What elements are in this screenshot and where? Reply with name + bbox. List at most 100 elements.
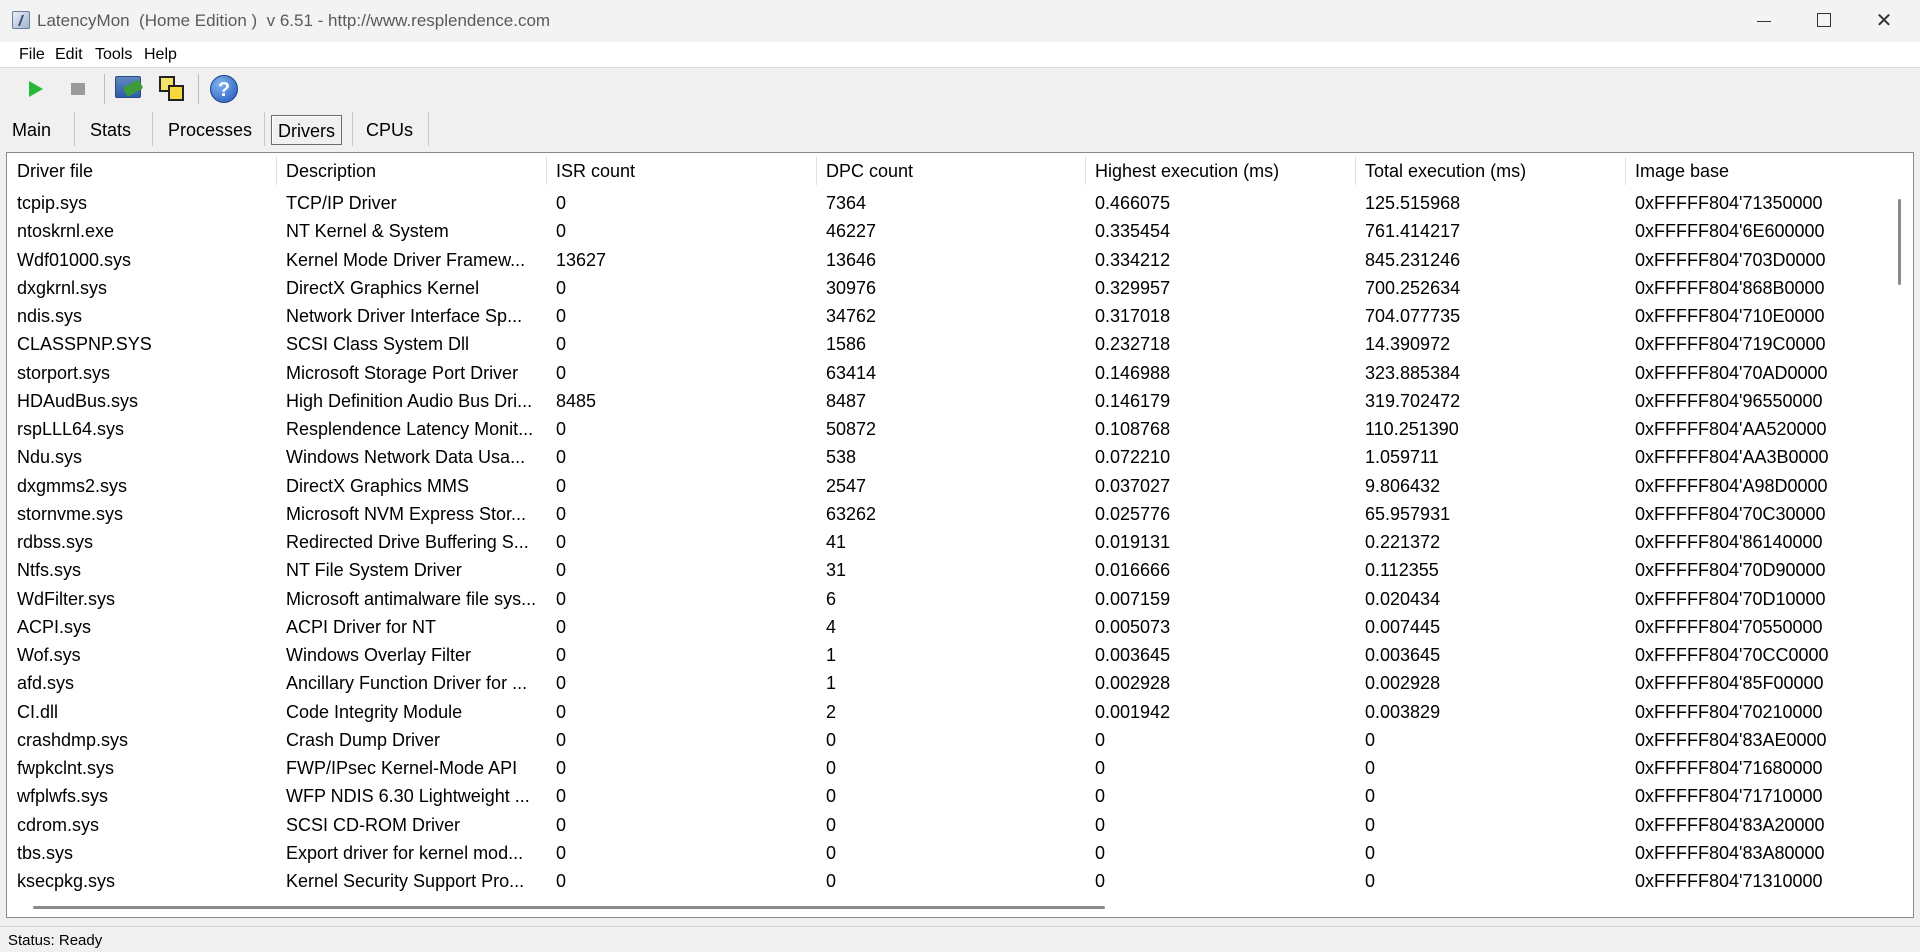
table-row[interactable]: Wdf01000.sys Kernel Mode Driver Framew...… [7,246,1887,274]
col-driver-file-cell: CLASSPNP.SYS [17,334,152,355]
table-row[interactable]: HDAudBus.sys High Definition Audio Bus Dr… [7,387,1887,415]
column-header-highest-execution[interactable]: Highest execution (ms) [1085,153,1355,189]
table-row[interactable]: afd.sys Ancillary Function Driver for ...… [7,669,1887,697]
table-row[interactable]: stornvme.sys Microsoft NVM Express Stor..… [7,500,1887,528]
col-dpc-count-cell: 2547 [826,475,867,496]
minimize-button[interactable] [1734,0,1794,42]
table-row[interactable]: Wof.sys Windows Overlay Filter 0 1 0.003645 0… [7,641,1887,669]
column-divider[interactable] [1085,157,1086,185]
col-isr-count-cell: 0 [556,419,567,439]
column-header-isr-count[interactable]: ISR count [546,153,816,189]
col-dpc-count-cell: 34762 [826,306,877,326]
tab-drivers[interactable]: Drivers [271,115,342,145]
col-dpc-count-cell: 0 [826,814,837,835]
col-isr-count-cell: 0 [556,616,567,637]
col-highest-execution-cell: 0.007159 [1095,588,1171,609]
column-divider[interactable] [276,157,277,185]
vertical-scroll-thumb[interactable] [1898,199,1901,285]
table-row[interactable]: rspLLL64.sys Resplendence Latency Monit..… [7,415,1887,443]
col-isr-count-cell: 0 [556,560,567,581]
table-row[interactable]: cdrom.sys SCSI CD-ROM Driver 0 0 0 0 0xFFFFF80… [7,811,1887,839]
col-isr-count-cell: 0 [556,673,567,694]
col-dpc-count-cell: 6 [826,588,837,609]
col-image-base-cell: 0xFFFFF804'71310000 [1635,871,1823,891]
col-image-base-cell: 0xFFFFF804'70AD0000 [1635,362,1828,383]
col-total-execution-cell: 700.252634 [1365,277,1461,298]
table-row[interactable]: tbs.sys Export driver for kernel mod... 0 0… [7,839,1887,867]
col-isr-count-cell: 0 [556,588,567,609]
col-image-base-cell: 0xFFFFF804'83A20000 [1635,814,1825,835]
menu-help[interactable]: Help [144,46,177,64]
drivers-list[interactable]: Driver file Description ISR count DPC count… [6,152,1914,918]
tab-stats[interactable]: Stats [84,115,137,145]
column-divider[interactable] [546,157,547,185]
col-highest-execution-cell: 0 [1095,871,1106,891]
start-monitoring-button[interactable] [20,73,52,105]
col-description-cell: Resplendence Latency Monit... [286,419,534,439]
column-divider[interactable] [816,157,817,185]
col-isr-count-cell: 0 [556,871,567,891]
table-row[interactable]: crashdmp.sys Crash Dump Driver 0 0 0 0 0xFFFFF… [7,726,1887,754]
column-divider[interactable] [1355,157,1356,185]
table-row[interactable]: wfplwfs.sys WFP NDIS 6.30 Lightweight ...… [7,782,1887,810]
column-header-driver-file[interactable]: Driver file [7,153,276,189]
col-highest-execution-cell: 0.003645 [1095,645,1171,665]
table-row[interactable]: tcpip.sys TCP/IP Driver 0 7364 0.466075 125.5… [7,189,1887,217]
col-isr-count-cell: 0 [556,701,567,722]
table-row[interactable]: dxgmms2.sys DirectX Graphics MMS 0 2547 0.03… [7,472,1887,500]
tab-separator [152,112,153,146]
col-dpc-count-cell: 41 [826,532,847,552]
col-highest-execution-cell: 0.466075 [1095,193,1171,213]
col-isr-count-cell: 0 [556,786,567,807]
col-description-cell: Microsoft antimalware file sys... [286,588,537,609]
table-row[interactable]: Ndu.sys Windows Network Data Usa... 0 538 0.… [7,443,1887,471]
column-header-image-base[interactable]: Image base [1625,153,1887,189]
system-info-button[interactable] [112,73,144,105]
table-row[interactable]: ksecpkg.sys Kernel Security Support Pro..… [7,867,1887,895]
column-divider[interactable] [1625,157,1626,185]
drivers-table-body: tcpip.sys TCP/IP Driver 0 7364 0.466075 125.5… [7,189,1887,895]
table-row[interactable]: ntoskrnl.exe NT Kernel & System 0 46227 0.33… [7,217,1887,245]
col-description-cell: ACPI Driver for NT [286,616,437,637]
col-description-cell: Kernel Security Support Pro... [286,871,525,891]
col-driver-file-cell: ntoskrnl.exe [17,221,115,242]
horizontal-scroll-thumb[interactable] [33,906,1105,909]
table-row[interactable]: ndis.sys Network Driver Interface Sp... 0 3… [7,302,1887,330]
column-header-dpc-count[interactable]: DPC count [816,153,1085,189]
tab-separator [264,112,265,146]
windows-button[interactable] [156,73,188,105]
menu-file[interactable]: File [19,46,45,64]
col-image-base-cell: 0xFFFFF804'85F00000 [1635,673,1824,694]
horizontal-scrollbar[interactable] [7,897,1895,917]
col-dpc-count-cell: 46227 [826,221,877,242]
vertical-scrollbar[interactable] [1895,189,1905,909]
menu-tools[interactable]: Tools [95,46,132,64]
column-header-total-execution[interactable]: Total execution (ms) [1355,153,1625,189]
table-row[interactable]: dxgkrnl.sys DirectX Graphics Kernel 0 30976… [7,274,1887,302]
table-row[interactable]: ACPI.sys ACPI Driver for NT 0 4 0.005073 0.00… [7,613,1887,641]
tab-cpus[interactable]: CPUs [360,115,419,145]
column-header-description[interactable]: Description [276,153,546,189]
table-row[interactable]: Ntfs.sys NT File System Driver 0 31 0.016666… [7,556,1887,584]
table-row[interactable]: storport.sys Microsoft Storage Port Drive… [7,359,1887,387]
col-description-cell: Crash Dump Driver [286,729,441,750]
help-button[interactable]: ? [208,73,240,105]
col-description-cell: Network Driver Interface Sp... [286,306,523,326]
col-total-execution-cell: 110.251390 [1365,419,1459,439]
tab-processes[interactable]: Processes [162,115,258,145]
maximize-button[interactable] [1794,0,1854,42]
col-description-cell: Windows Network Data Usa... [286,447,526,468]
close-button[interactable]: ✕ [1854,0,1914,42]
col-driver-file-cell: dxgkrnl.sys [17,277,108,298]
col-total-execution-cell: 0 [1365,729,1376,750]
tab-main[interactable]: Main [6,115,57,145]
table-row[interactable]: rdbss.sys Redirected Drive Buffering S...… [7,528,1887,556]
col-total-execution-cell: 845.231246 [1365,249,1461,270]
menu-edit[interactable]: Edit [55,46,83,64]
col-total-execution-cell: 14.390972 [1365,334,1451,355]
stop-monitoring-button[interactable] [62,73,94,105]
table-row[interactable]: CI.dll Code Integrity Module 0 2 0.001942 0.0… [7,698,1887,726]
table-row[interactable]: fwpkclnt.sys FWP/IPsec Kernel-Mode API 0 0 0… [7,754,1887,782]
table-row[interactable]: CLASSPNP.SYS SCSI Class System Dll 0 1586 0.… [7,330,1887,358]
table-row[interactable]: WdFilter.sys Microsoft antimalware file s… [7,585,1887,613]
